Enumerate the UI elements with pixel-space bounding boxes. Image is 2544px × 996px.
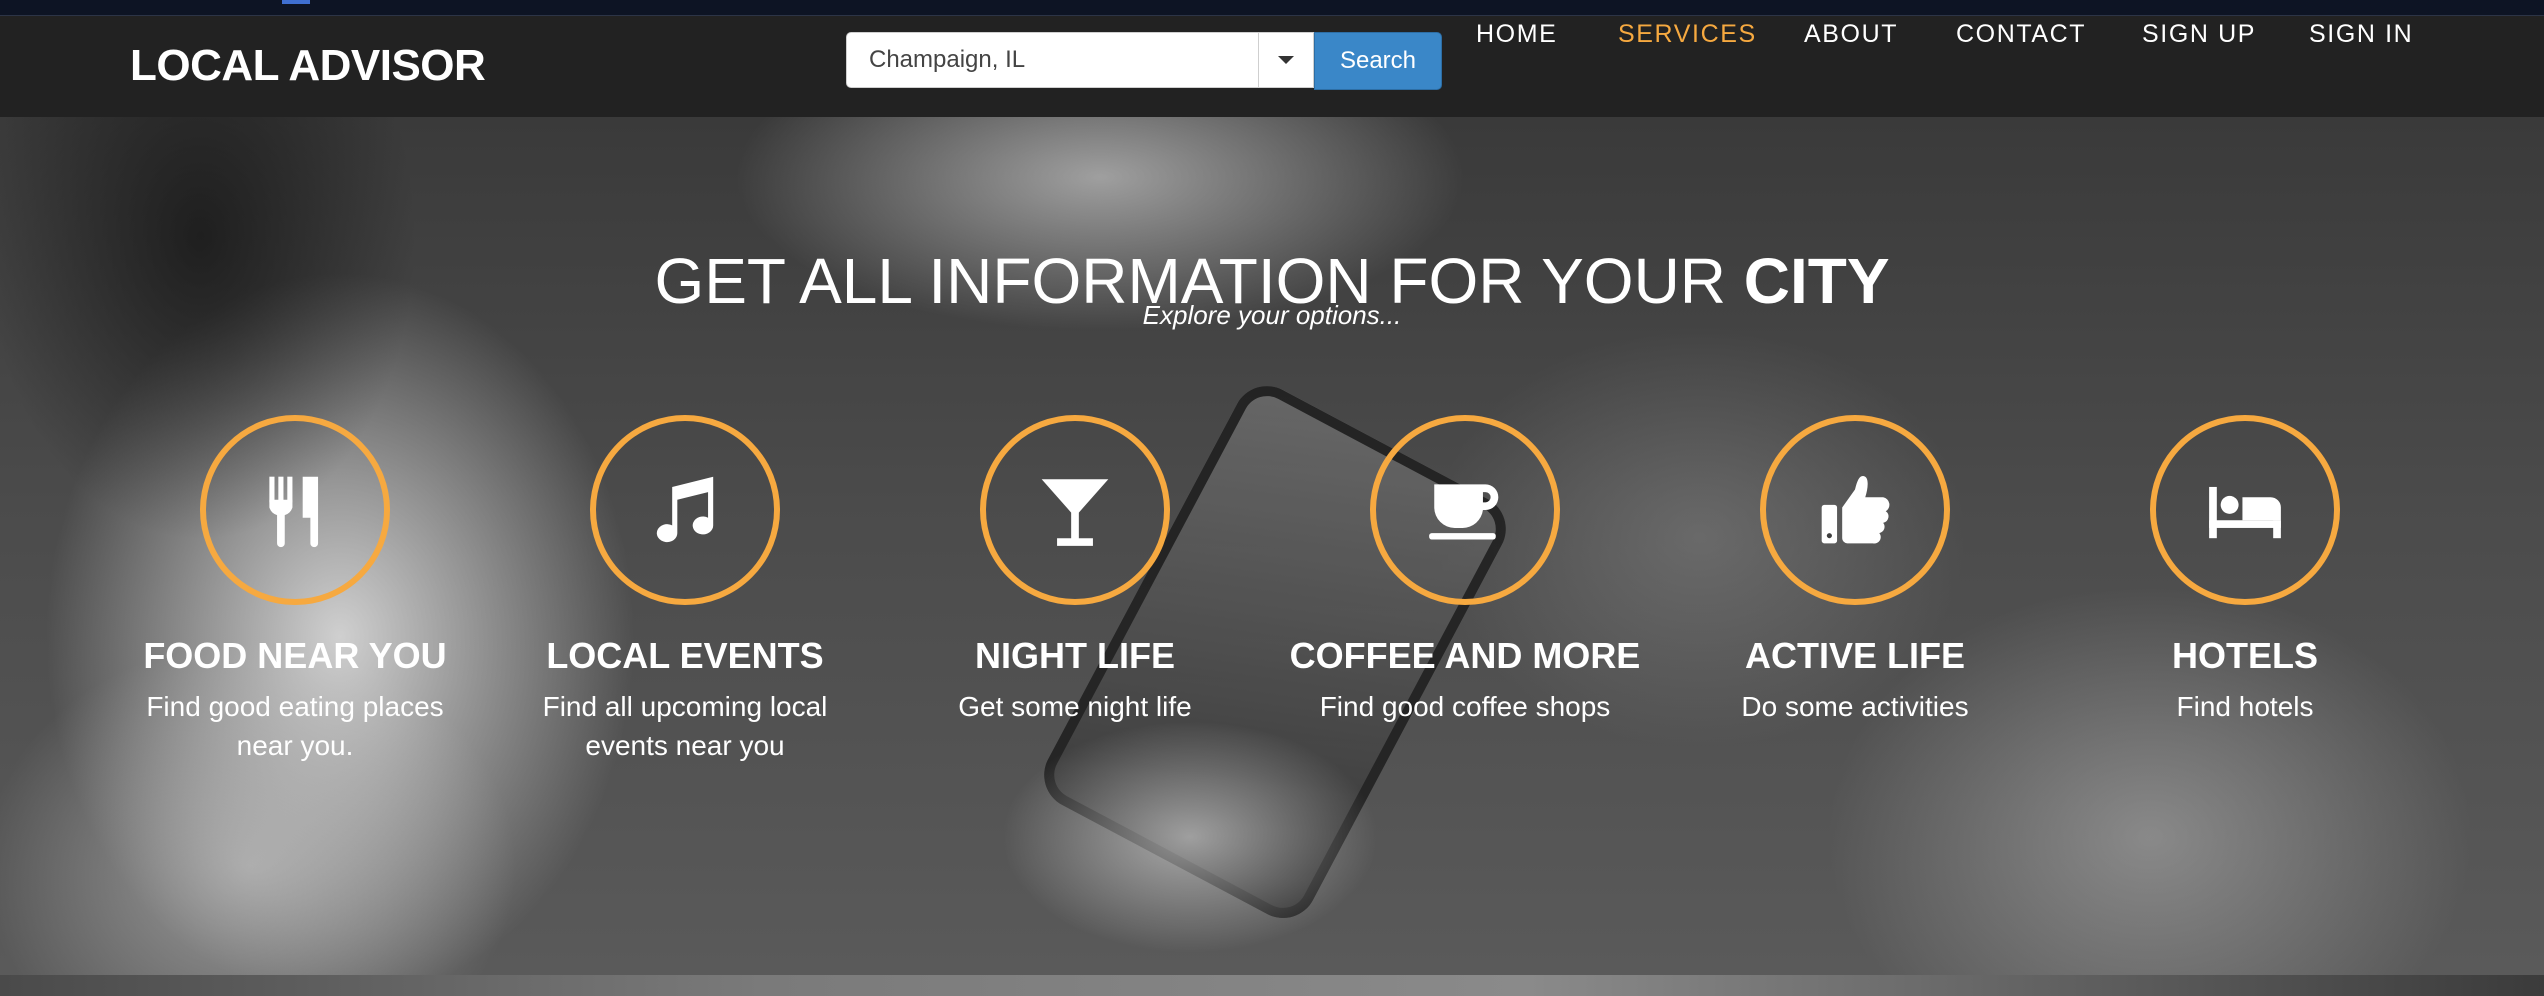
nav-services[interactable]: SERVICES	[1618, 16, 1757, 52]
bed-icon	[2209, 486, 2281, 539]
service-card-hotels[interactable]: HOTELS Find hotels	[2065, 415, 2425, 726]
service-title[interactable]: HOTELS	[2065, 637, 2425, 675]
service-card-food[interactable]: FOOD NEAR YOU Find good eating places ne…	[115, 415, 475, 765]
next-section-preview	[0, 975, 2544, 996]
service-title[interactable]: NIGHT LIFE	[895, 637, 1255, 675]
service-icon-circle[interactable]	[200, 415, 390, 605]
nav-contact[interactable]: CONTACT	[1956, 16, 2086, 52]
coffee-cup-icon	[1429, 484, 1499, 540]
service-description: Find good coffee shops	[1319, 691, 1611, 722]
hero-subline: Explore your options...	[1142, 300, 1402, 330]
service-description: Get some night life	[958, 691, 1192, 722]
service-description: Do some activities	[1741, 691, 1969, 722]
service-icon-circle[interactable]	[1370, 415, 1560, 605]
utensils-icon	[269, 476, 319, 548]
service-icon-circle[interactable]	[590, 415, 780, 605]
thumbs-up-icon	[1821, 476, 1890, 544]
caret-down-icon	[1278, 56, 1294, 64]
music-icon	[656, 476, 714, 543]
service-title[interactable]: COFFEE AND MORE	[1285, 637, 1645, 675]
service-title[interactable]: ACTIVE LIFE	[1675, 637, 2035, 675]
service-description: Find hotels	[2176, 691, 2314, 722]
search-button[interactable]: Search	[1314, 32, 1442, 90]
service-card-nightlife[interactable]: NIGHT LIFE Get some night life	[895, 415, 1255, 726]
service-description: Find good eating places near you.	[146, 691, 444, 761]
browser-top-strip	[0, 0, 2544, 16]
navbar: LOCAL ADVISOR Search HOME SERVICES ABOUT…	[0, 16, 2544, 117]
cocktail-icon	[1041, 479, 1109, 546]
service-icon-circle[interactable]	[980, 415, 1170, 605]
search-input[interactable]	[846, 32, 1258, 88]
hero-section: GET ALL INFORMATION FOR YOUR CITY Explor…	[0, 117, 2544, 975]
service-description: Find all upcoming local events near you	[542, 691, 828, 761]
location-dropdown-button[interactable]	[1258, 32, 1314, 88]
service-card-active-life[interactable]: ACTIVE LIFE Do some activities	[1675, 415, 2035, 726]
service-title[interactable]: FOOD NEAR YOU	[115, 637, 475, 675]
nav-about[interactable]: ABOUT	[1804, 16, 1898, 52]
nav-sign-in[interactable]: SIGN IN	[2309, 16, 2413, 52]
nav-home[interactable]: HOME	[1476, 16, 1557, 52]
service-card-coffee[interactable]: COFFEE AND MORE Find good coffee shops	[1285, 415, 1645, 726]
tab-indicator	[282, 0, 310, 4]
brand-logo[interactable]: LOCAL ADVISOR	[130, 40, 486, 92]
nav-sign-up[interactable]: SIGN UP	[2142, 16, 2256, 52]
service-card-events[interactable]: LOCAL EVENTS Find all upcoming local eve…	[505, 415, 865, 765]
service-title[interactable]: LOCAL EVENTS	[505, 637, 865, 675]
service-icon-circle[interactable]	[2150, 415, 2340, 605]
service-icon-circle[interactable]	[1760, 415, 1950, 605]
